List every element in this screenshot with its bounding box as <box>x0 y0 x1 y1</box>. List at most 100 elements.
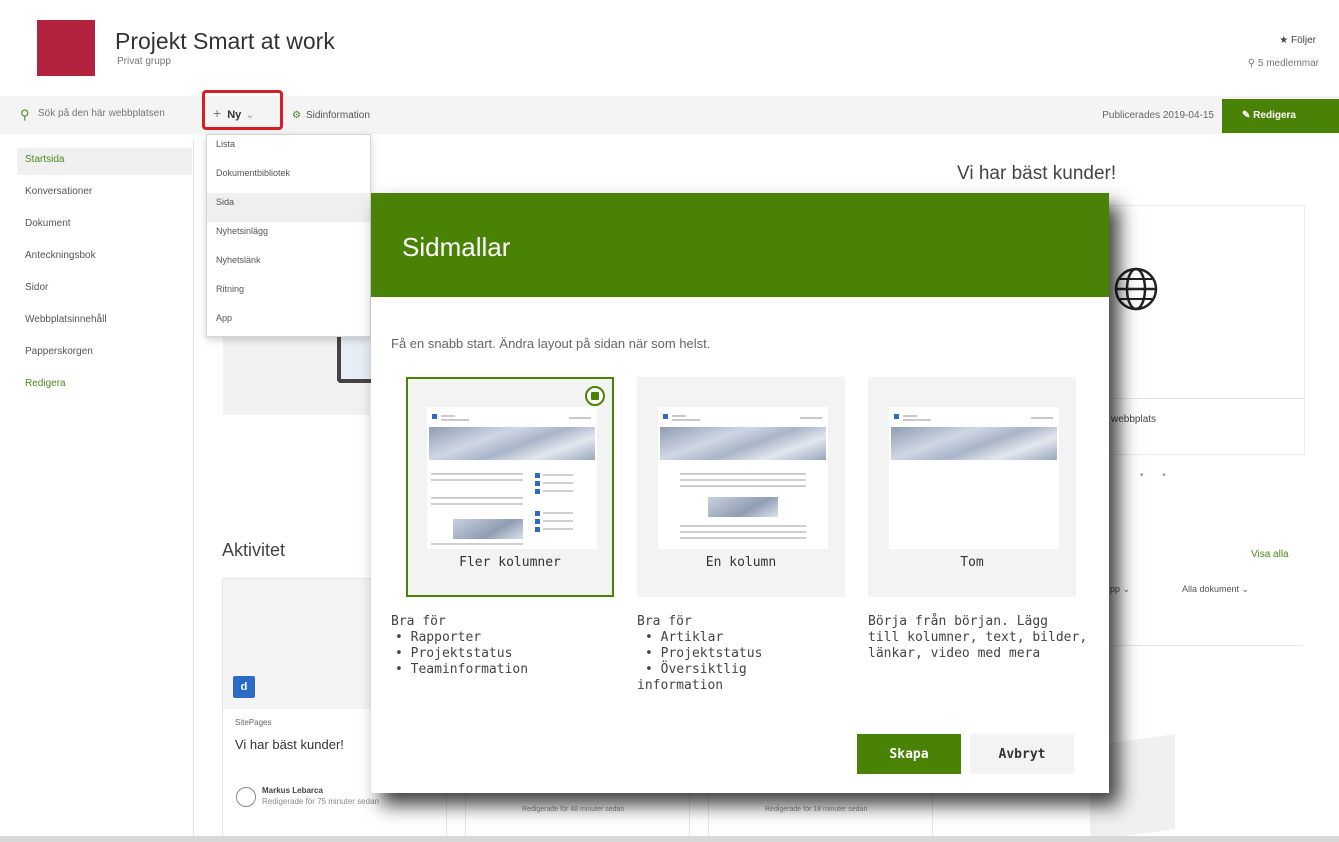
template-thumbnail <box>427 407 597 549</box>
news-title: Vi har bäst kunder! <box>957 163 1117 184</box>
thumb-line <box>543 528 573 530</box>
thumb-line <box>431 503 523 505</box>
template-blank[interactable]: Tom <box>868 377 1076 597</box>
thumb-line <box>680 479 806 481</box>
menu-item-app[interactable]: App <box>207 309 370 338</box>
thumb-line <box>543 520 573 522</box>
thumb-logo <box>432 414 437 419</box>
search-icon: ⚲ <box>20 107 30 122</box>
menu-item-news-link[interactable]: Nyhetslänk <box>207 251 370 280</box>
nav-item-documents[interactable]: Dokument <box>22 214 192 246</box>
pager-dots[interactable]: • • <box>1140 470 1174 481</box>
desc-bullet-cont: information <box>637 678 724 693</box>
activity-person: Markus Lebarca <box>262 786 323 795</box>
library-divider <box>1110 645 1302 646</box>
gear-icon: ⚙ <box>292 110 301 121</box>
template-thumbnail <box>889 407 1059 549</box>
card-divider <box>1108 398 1305 399</box>
activity-library: SitePages <box>235 718 272 727</box>
search-input[interactable] <box>38 108 198 119</box>
thumb-line <box>903 419 931 421</box>
thumb-dot <box>535 511 540 516</box>
members-link[interactable]: ⚲ 5 medlemmar <box>1248 58 1319 69</box>
thumb-banner <box>891 427 1057 460</box>
thumb-line <box>680 531 806 533</box>
nav-item-home[interactable]: Startsida <box>22 150 192 182</box>
page-info-label: Sidinformation <box>305 110 370 121</box>
template-description-multi: Bra för • Rapporter • Projektstatus • Te… <box>391 614 528 678</box>
site-privacy-label: Privat grupp <box>117 56 171 67</box>
activity-timestamp: Redigerade för 18 minuter sedan <box>765 806 868 813</box>
thumb-logo <box>894 414 899 419</box>
word-doc-icon: d <box>233 676 255 698</box>
thumb-image <box>708 497 778 517</box>
template-thumbnail <box>658 407 828 549</box>
nav-item-pages[interactable]: Sidor <box>22 278 192 310</box>
desc-bullet: • Teaminformation <box>395 662 529 677</box>
dialog-description: Få en snabb start. Ändra layout på sidan… <box>391 336 711 351</box>
all-documents-dropdown[interactable]: Alla dokument ⌄ <box>1182 584 1249 595</box>
page-info-button[interactable]: ⚙ Sidinformation <box>292 110 370 121</box>
nav-item-notebook[interactable]: Anteckningsbok <box>22 246 192 278</box>
chevron-down-icon: ⌄ <box>245 109 255 121</box>
thumb-dot <box>535 489 540 494</box>
activity-timestamp: Redigerade för 75 minuter sedan <box>262 797 379 806</box>
dialog-title: Sidmallar <box>402 232 511 262</box>
template-name: En kolumn <box>705 555 777 570</box>
nav-item-edit[interactable]: Redigera <box>22 374 192 406</box>
nav-divider <box>193 140 194 842</box>
menu-item-drawing[interactable]: Ritning <box>207 280 370 309</box>
desc-bullet: • Projektstatus <box>395 646 513 661</box>
desc-line: Börja från början. Lägg <box>868 614 1049 629</box>
site-title[interactable]: Projekt Smart at work <box>115 28 335 55</box>
thumb-line <box>680 485 806 487</box>
thumb-line <box>431 543 523 545</box>
thumb-dot <box>535 473 540 478</box>
left-navigation: Startsida Konversationer Dokument Anteck… <box>22 150 192 406</box>
thumb-line <box>543 474 573 476</box>
new-button[interactable]: + Ny ⌄ <box>202 90 283 130</box>
thumb-line <box>569 417 591 419</box>
nav-item-recycle-bin[interactable]: Papperskorgen <box>22 342 192 374</box>
activity-item-title[interactable]: Vi har bäst kunder! <box>235 737 344 752</box>
dialog-header: Sidmallar <box>371 193 1109 297</box>
thumb-line <box>672 419 700 421</box>
edit-button[interactable]: ✎ Redigera <box>1222 99 1339 133</box>
thumb-line <box>680 537 806 539</box>
thumb-line <box>1031 417 1053 419</box>
thumb-line <box>903 415 917 417</box>
thumb-dot <box>535 519 540 524</box>
create-button[interactable]: Skapa <box>857 734 961 774</box>
template-single-column[interactable]: En kolumn <box>637 377 845 597</box>
thumb-image <box>453 519 523 539</box>
thumb-line <box>431 473 523 475</box>
menu-item-list[interactable]: Lista <box>207 135 370 164</box>
template-multi-column[interactable]: Fler kolumner <box>406 377 614 597</box>
library-filter[interactable]: pp ⌄ <box>1110 584 1130 595</box>
new-button-label: Ny <box>227 109 242 121</box>
view-all-link[interactable]: Visa alla <box>1251 549 1289 560</box>
avatar <box>236 787 256 807</box>
thumb-dot <box>535 481 540 486</box>
template-description-blank: Börja från början. Lägg till kolumner, t… <box>868 614 1087 662</box>
activity-heading: Aktivitet <box>222 540 286 560</box>
published-status: Publicerades 2019-04-15 <box>1102 110 1214 121</box>
thumb-line <box>680 473 806 475</box>
nav-item-site-contents[interactable]: Webbplatsinnehåll <box>22 310 192 342</box>
site-logo[interactable] <box>37 20 95 76</box>
cancel-button[interactable]: Avbryt <box>970 734 1074 774</box>
nav-item-conversations[interactable]: Konversationer <box>22 182 192 214</box>
thumb-line <box>441 415 455 417</box>
menu-item-document-library[interactable]: Dokumentbibliotek <box>207 164 370 193</box>
thumb-line <box>543 490 573 492</box>
template-name: Fler kolumner <box>459 555 561 570</box>
thumb-line <box>441 419 469 421</box>
plus-icon: + <box>213 105 222 121</box>
page-templates-dialog: Sidmallar Få en snabb start. Ändra layou… <box>371 193 1109 793</box>
thumb-banner <box>429 427 595 460</box>
menu-item-page[interactable]: Sida <box>207 193 370 222</box>
desc-heading: Bra för <box>637 614 692 629</box>
follow-button[interactable]: ★ Följer <box>1279 35 1316 46</box>
menu-item-news-post[interactable]: Nyhetsinlägg <box>207 222 370 251</box>
thumb-line <box>680 525 806 527</box>
